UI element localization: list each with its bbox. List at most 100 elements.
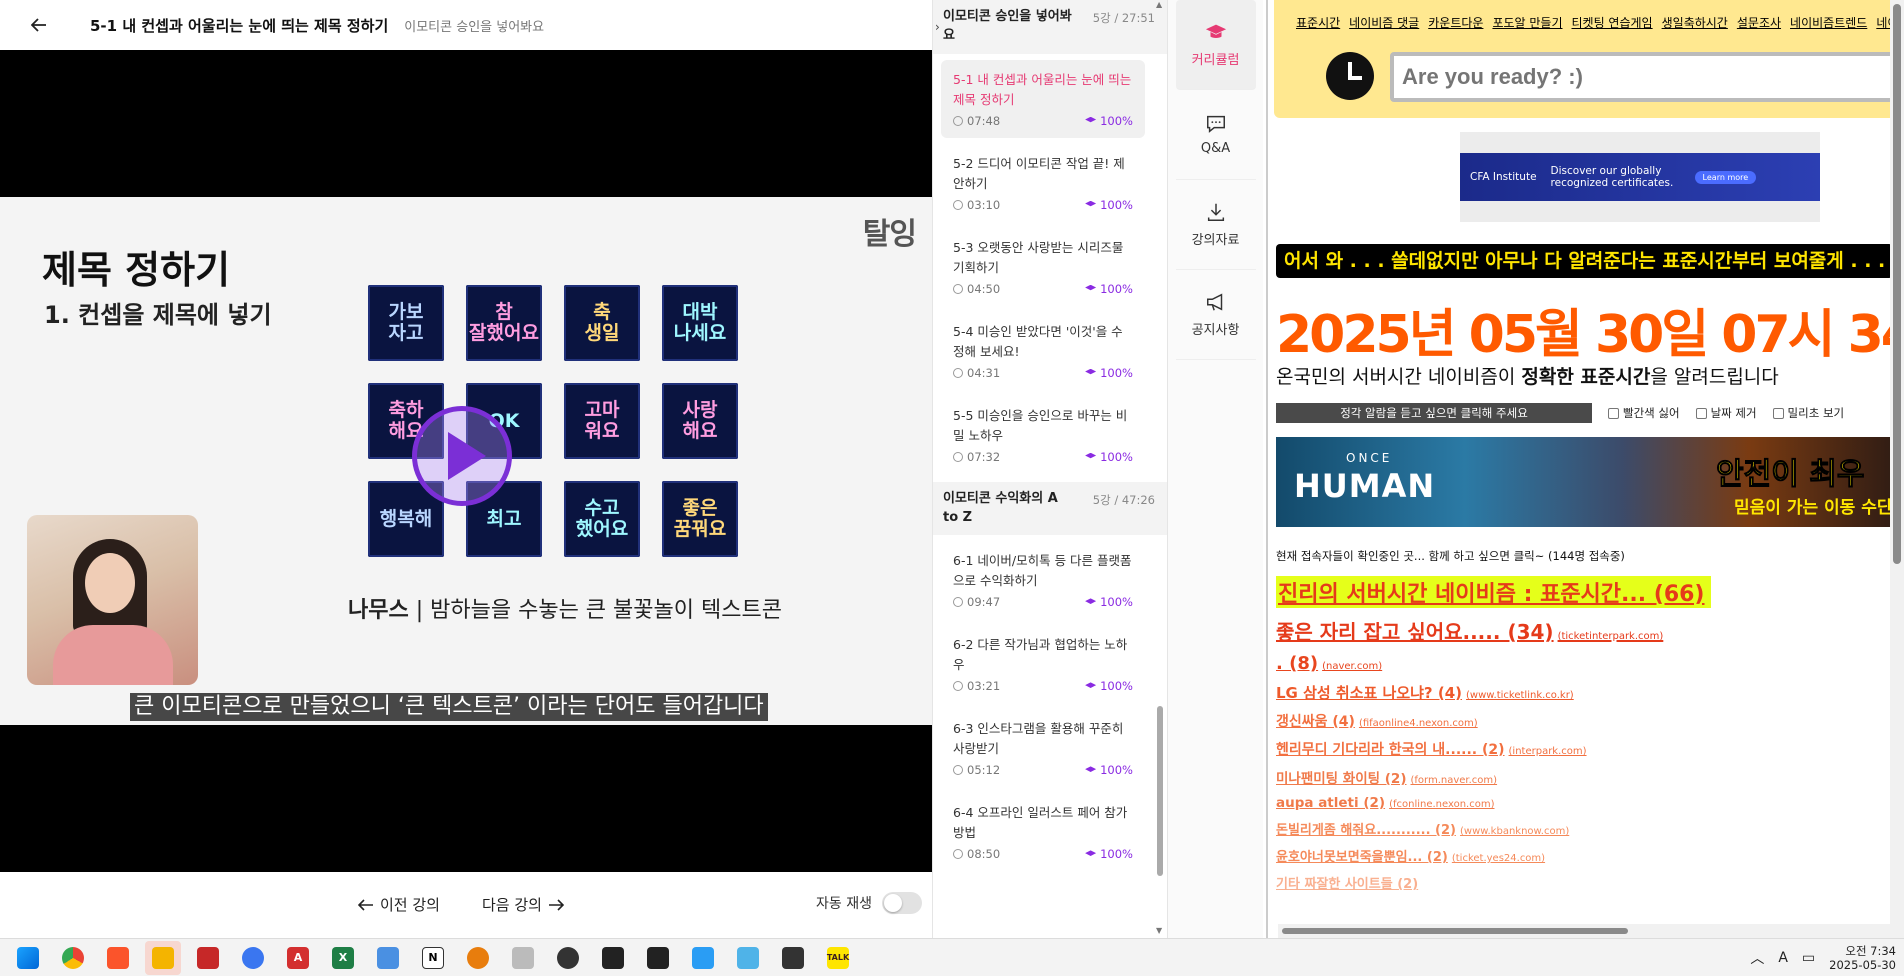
app-red-icon[interactable] [190,941,226,975]
nav-materials[interactable]: 강의자료 [1175,180,1256,270]
collapse-chevron-icon[interactable]: › [935,20,940,34]
chat-bubble-icon [1206,115,1225,133]
game-ad-banner[interactable]: ONCE HUMAN 안전이 최우 믿음이 가는 이동 수단을 [1276,437,1904,527]
popular-link[interactable]: aupa atleti (2) (fconline.nexon.com) [1276,795,1896,811]
site-link[interactable]: 네이비즘트렌드 [1790,16,1867,30]
emoticon-tile: 수고 했어요 [564,481,640,557]
chrome-icon[interactable] [55,941,91,975]
autoplay-toggle[interactable] [882,892,922,914]
network-icon[interactable]: ▭ [1802,950,1815,966]
popular-link[interactable]: 윤호야너못보면죽을뿐임... (2) (ticket.yes24.com) [1276,846,1896,865]
app-bird-icon[interactable] [775,941,811,975]
nav-qna[interactable]: Q&A [1175,90,1256,180]
curriculum-scrollbar[interactable]: ▲ ▼ [1155,0,1165,938]
emoticon-grid: 가보 자고 참 잘했어요 축 생일 대박 나세요 축하 해요 OK 고마 워요 … [368,285,738,557]
notion-icon[interactable]: N [415,941,451,975]
nav-curriculum-label: 커리큘럼 [1191,53,1240,68]
cfa-ad-banner[interactable]: CFA Institute Discover our globally reco… [1460,132,1820,222]
site-link[interactable]: 포도알 만들기 [1492,16,1562,30]
ad-logo-text: HUMAN [1294,467,1436,505]
kakaotalk-icon[interactable]: TALK [820,941,856,975]
scrollbar-thumb[interactable] [1282,928,1628,934]
section-header[interactable]: 이모티콘 수익화의 A to Z 5강 / 47:26 [933,481,1167,536]
lesson-item[interactable]: 6-1 네이버/모히톡 등 다른 플랫폼으로 수익화하기 09:47 100% [941,541,1145,619]
site-vertical-scrollbar[interactable] [1890,0,1904,938]
lesson-duration: 07:48 [967,113,1001,128]
alarm-button[interactable]: 정각 알람을 듣고 싶으면 클릭해 주세요 [1276,403,1592,423]
notepad-icon[interactable] [685,941,721,975]
snipping-tool-icon[interactable] [370,941,406,975]
scrollbar-thumb[interactable] [1157,706,1163,876]
sticky-notes-icon[interactable] [640,941,676,975]
play-button[interactable] [412,406,512,506]
windows-start-icon[interactable] [10,941,46,975]
popular-link[interactable]: 기타 짜잘한 사이트들 (2) [1276,873,1896,892]
popular-link[interactable]: 좋은 자리 잡고 싶어요..... (34) (ticketinterpark.c… [1276,616,1896,645]
ime-indicator[interactable]: A [1778,950,1788,966]
lesson-item[interactable]: 6-3 인스타그램을 활용해 꾸준히 사랑받기 05:12 100% [941,709,1145,787]
ad-cta[interactable]: Learn more [1694,170,1757,184]
file-explorer-icon[interactable] [145,940,181,975]
lesson-item[interactable]: 5-3 오랫동안 사랑받는 시리즈물 기획하기 04:50 100% [941,228,1145,306]
scroll-down-icon[interactable]: ▼ [1156,926,1162,935]
signal-icon[interactable] [235,941,271,975]
site-link[interactable]: 표준시간 [1296,16,1340,30]
popular-link[interactable]: LG 삼성 취소표 나오냐? (4) (www.ticketlink.co.kr) [1276,682,1896,703]
popular-link[interactable]: 진리의 서버시간 네이비즘 : 표준시간... (66) [1276,576,1711,608]
prev-lesson-label: 이전 강의 [380,896,440,914]
site-horizontal-scrollbar[interactable] [1278,924,1892,938]
next-lesson-button[interactable]: 다음 강의 [482,894,564,915]
lesson-item[interactable]: 5-4 미승인 받았다면 '이것'을 수정해 보세요! 04:31 100% [941,312,1145,390]
popular-link[interactable]: 갱신싸움 (4) (fifaonline4.nexon.com) [1276,711,1896,731]
megaphone-icon [1206,293,1222,311]
checkbox-remove-date[interactable]: 날짜 제거 [1695,405,1757,421]
clock-icon [953,367,963,378]
site-link[interactable]: 네이비즘 댓글 [1349,16,1419,30]
excel-icon[interactable]: X [325,941,361,975]
checkbox-show-ms[interactable]: 밀리초 보기 [1772,405,1844,421]
obs-icon[interactable] [550,941,586,975]
tray-clock[interactable]: 오전 7:34 2025-05-30 [1829,944,1896,973]
lesson-item[interactable]: 6-2 다른 작가님과 협업하는 노하우 03:21 100% [941,625,1145,703]
checkbox-label: 날짜 제거 [1710,406,1757,420]
blender-icon[interactable] [460,941,496,975]
checkbox-no-red[interactable]: 빨간색 싫어 [1608,405,1680,421]
nav-curriculum[interactable]: 커리큘럼 [1175,0,1256,90]
scroll-up-icon[interactable]: ▲ [1156,0,1162,9]
popular-link[interactable]: 미나팬미팅 화이팅 (2) (form.naver.com) [1276,767,1896,787]
emoticon-tile: 좋은 꿈꿔요 [662,481,738,557]
tagline-pre: 온국민의 서버시간 네이비즘이 [1276,366,1522,388]
lesson-item[interactable]: 6-4 오프라인 일러스트 페어 참가 방법 08:50 100% [941,793,1145,871]
prev-lesson-button[interactable]: 이전 강의 [358,894,440,915]
site-link[interactable]: 생일축하시간 [1662,16,1728,30]
terminal-icon[interactable] [595,941,631,975]
lesson-item[interactable]: 5-1 내 컨셉과 어울리는 눈에 띄는 제목 정하기 07:48 100% [941,59,1145,138]
brave-icon[interactable] [100,941,136,975]
lesson-title: 5-4 미승인 받았다면 '이것'을 수정해 보세요! [953,323,1123,359]
lesson-item[interactable]: 5-2 드디어 이모티콘 작업 끝! 제안하기 03:10 100% [941,144,1145,222]
weather-icon[interactable] [730,941,766,975]
lesson-item[interactable]: 5-5 미승인을 승인으로 바꾸는 비밀 노하우 07:32 100% [941,396,1145,474]
checkbox-icon [1772,407,1784,419]
connected-users-text[interactable]: 현재 접속자들이 확인중인 곳... 함께 하고 싶으면 클릭~ (144명 접… [1276,548,1625,564]
lesson-duration: 03:10 [967,197,1001,212]
clock-icon [953,765,963,776]
site-link[interactable]: 카운트다운 [1428,16,1483,30]
site-search-input[interactable] [1390,52,1904,102]
back-arrow-icon[interactable] [28,14,50,36]
tray-chevron-up-icon[interactable]: ︿ [1750,948,1764,968]
emoticon-tile: 가보 자고 [368,285,444,361]
video-area[interactable]: 탈잉 제목 정하기 1. 컨셉을 제목에 넣기 가보 자고 참 잘했어요 축 생… [0,50,932,872]
pdf-tool-icon[interactable] [505,941,541,975]
nav-notice[interactable]: 공지사항 [1175,270,1256,360]
site-link[interactable]: 설문조사 [1737,16,1781,30]
section-header[interactable]: 이모티콘 승인을 넣어봐요 5강 / 27:51 [933,0,1167,54]
emoticon-tile: 대박 나세요 [662,285,738,361]
curriculum-panel: › 이모티콘 승인을 넣어봐요 5강 / 27:51 5-1 내 컨셉과 어울리… [932,0,1167,938]
scrollbar-thumb[interactable] [1893,4,1901,564]
site-link[interactable]: 티켓팅 연습게임 [1572,16,1653,30]
acrobat-icon[interactable]: A [280,941,316,975]
popular-link[interactable]: 돈빌리게좀 해줘요........... (2) (www.kbanknow.co… [1276,819,1896,838]
popular-link[interactable]: 헨리무디 기다리라 한국의 내...... (2) (interpark.com) [1276,739,1896,759]
popular-link[interactable]: . (8) (naver.com) [1276,653,1896,674]
